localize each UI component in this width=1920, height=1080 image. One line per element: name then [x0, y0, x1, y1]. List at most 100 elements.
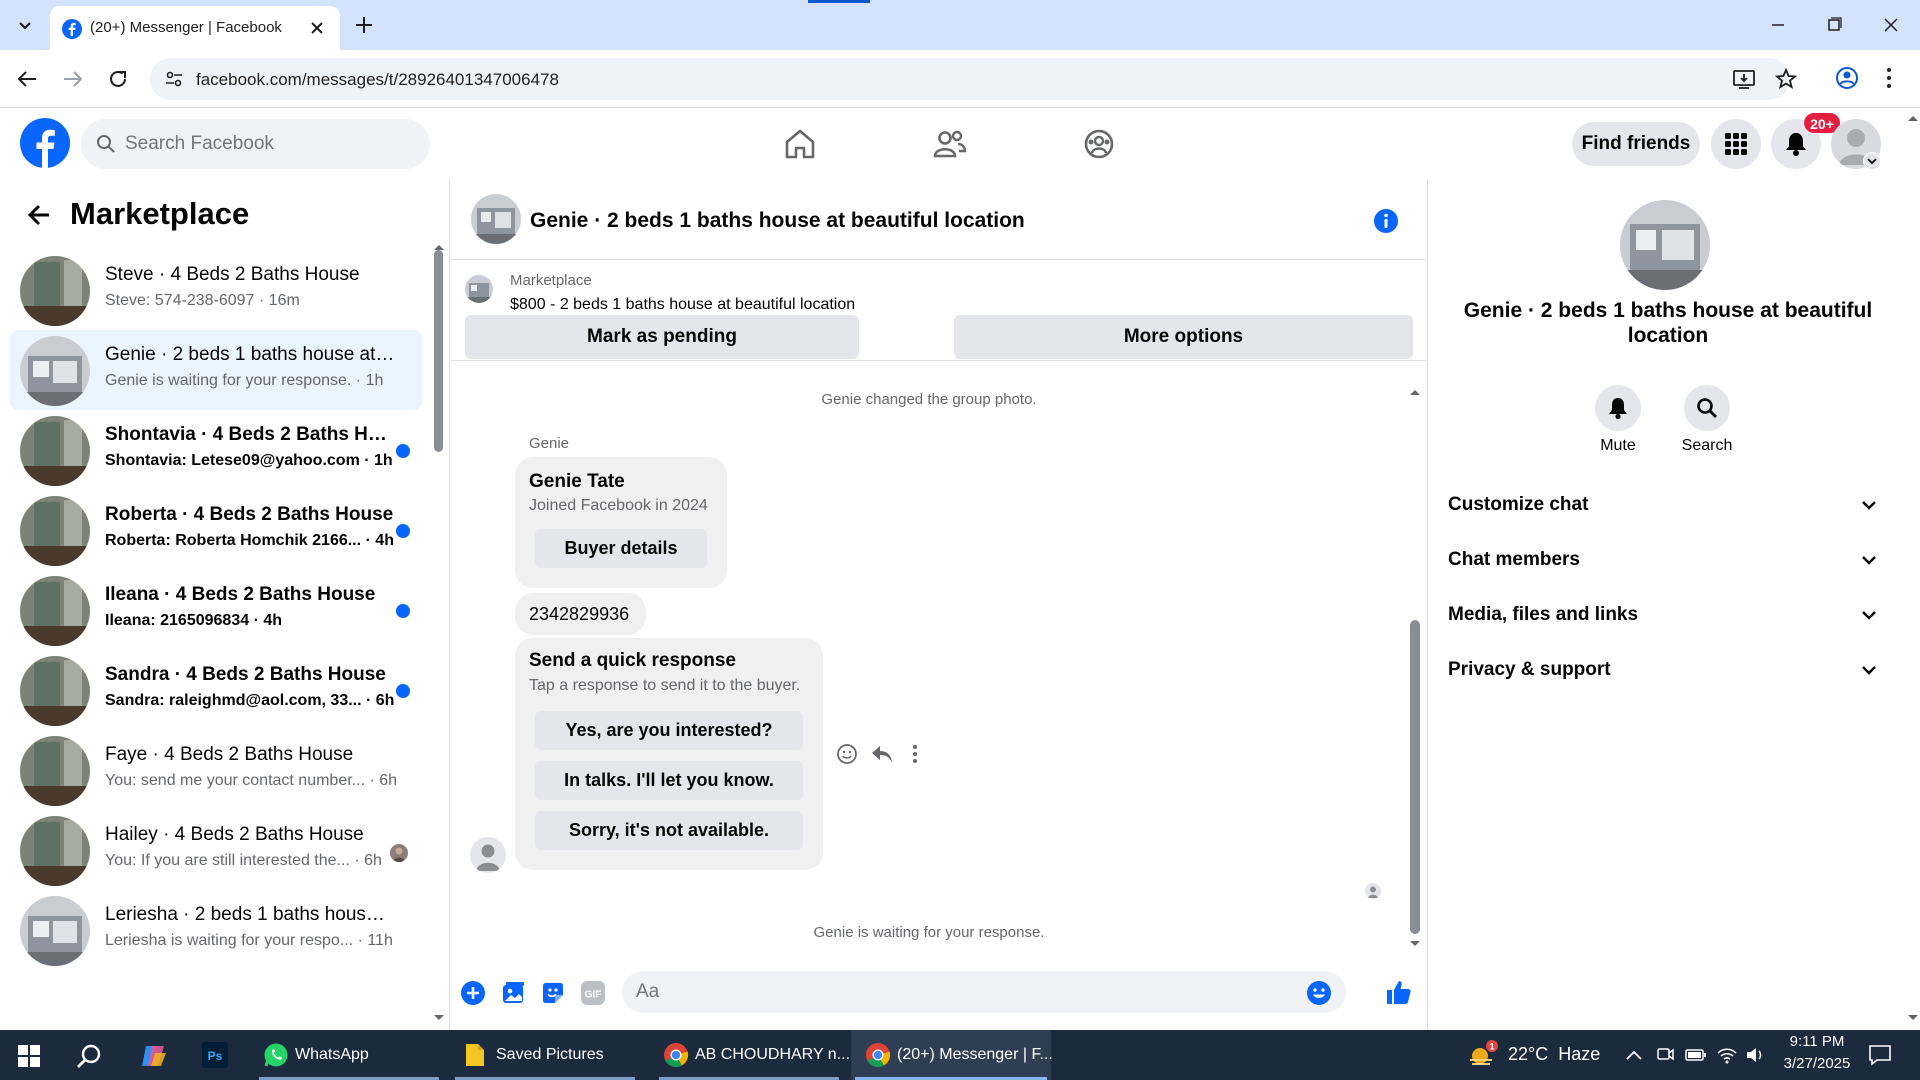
mute-button[interactable]	[1595, 385, 1641, 431]
react-smiley-icon[interactable]	[835, 742, 859, 766]
conversation-item[interactable]: Hailey · 4 Beds 2 Baths House You: If you…	[10, 810, 422, 890]
quick-response-title: Send a quick response	[529, 650, 736, 671]
conversation-item[interactable]: Steve · 4 Beds 2 Baths House Steve: 574-2…	[10, 250, 422, 330]
meet-now-icon[interactable]	[1656, 1046, 1674, 1064]
mark-as-pending-button[interactable]: Mark as pending	[465, 315, 859, 359]
home-nav-icon[interactable]	[783, 128, 817, 160]
address-bar[interactable]: facebook.com/messages/t/2892640134700647…	[150, 58, 1798, 100]
quick-response-yes[interactable]: Yes, are you interested?	[535, 711, 803, 750]
photoshop-icon[interactable]: Ps	[202, 1042, 228, 1068]
show-hidden-icons-icon[interactable]	[1625, 1048, 1643, 1062]
attach-photo-icon[interactable]	[500, 980, 526, 1006]
forward-arrow-icon[interactable]	[60, 67, 86, 91]
privacy-support-section[interactable]: Privacy & support	[1448, 645, 1888, 695]
chat-header: Genie · 2 beds 1 baths house at beautifu…	[451, 180, 1426, 260]
buyer-details-button[interactable]: Buyer details	[535, 529, 707, 568]
reply-icon[interactable]	[870, 743, 894, 765]
install-app-icon[interactable]	[1732, 68, 1756, 90]
windows-start-icon[interactable]	[18, 1045, 40, 1067]
taskbar-whatsapp[interactable]: WhatsApp	[255, 1030, 443, 1080]
facebook-search-input[interactable]	[125, 119, 415, 169]
back-to-marketplace-icon[interactable]	[26, 202, 52, 228]
quick-response-in-talks[interactable]: In talks. I'll let you know.	[535, 761, 803, 800]
quick-response-not-available[interactable]: Sorry, it's not available.	[535, 811, 803, 850]
search-in-chat-button[interactable]	[1684, 385, 1730, 431]
more-actions-icon[interactable]	[911, 743, 919, 765]
conversation-info-icon[interactable]	[1373, 208, 1399, 234]
conversation-thumbnail	[20, 576, 90, 646]
taskbar-search-icon[interactable]	[76, 1043, 102, 1069]
wifi-icon[interactable]	[1716, 1045, 1738, 1065]
clock-date[interactable]: 3/27/2025	[1772, 1055, 1862, 1072]
browser-menu-icon[interactable]	[1884, 65, 1894, 91]
emoji-icon[interactable]	[1306, 980, 1332, 1006]
minimize-window-icon[interactable]	[1764, 14, 1792, 36]
back-arrow-icon[interactable]	[14, 67, 40, 91]
conversation-list-scrollbar[interactable]	[434, 250, 443, 452]
conversation-item[interactable]: Sandra · 4 Beds 2 Baths House Sandra: ral…	[10, 650, 422, 730]
groups-nav-icon[interactable]	[1082, 128, 1116, 160]
facebook-search-field[interactable]	[81, 119, 430, 169]
sender-avatar[interactable]	[470, 837, 506, 873]
conversation-thumbnail	[20, 656, 90, 726]
weather-icon[interactable]: 1	[1466, 1040, 1498, 1070]
account-chevron-icon[interactable]	[1863, 152, 1881, 170]
conversation-item[interactable]: Roberta · 4 Beds 2 Baths House Roberta: R…	[10, 490, 422, 570]
conversation-item[interactable]: Genie · 2 beds 1 baths house at ... Genie…	[10, 330, 422, 410]
new-tab-icon[interactable]	[353, 14, 375, 36]
info-chat-photo[interactable]	[1620, 200, 1710, 290]
conversation-snippet: Leriesha is waiting for your respo... · …	[105, 932, 393, 949]
reload-icon[interactable]	[106, 67, 130, 91]
conversation-item[interactable]: Leriesha · 2 beds 1 baths house ... Lerie…	[10, 890, 422, 970]
message-input-field[interactable]	[622, 971, 1346, 1013]
taskbar-saved-pictures[interactable]: Saved Pictures	[451, 1030, 639, 1080]
listing-thumbnail[interactable]	[465, 275, 493, 303]
page-scrollbar[interactable]	[1905, 108, 1920, 1030]
clock-time[interactable]: 9:11 PM	[1772, 1033, 1862, 1050]
menu-grid-button[interactable]	[1711, 119, 1761, 169]
site-settings-icon[interactable]	[164, 69, 184, 89]
more-actions-plus-icon[interactable]	[460, 980, 486, 1006]
thread-scroll-up-icon[interactable]	[1409, 388, 1421, 396]
conversation-thumbnail	[20, 496, 90, 566]
taskbar-chrome-window-1[interactable]: AB CHOUDHARY n...	[655, 1030, 850, 1080]
copilot-icon[interactable]	[140, 1043, 168, 1069]
thumbs-up-icon[interactable]	[1384, 978, 1412, 1006]
volume-icon[interactable]	[1745, 1046, 1765, 1064]
message-thread-scrollbar[interactable]	[1410, 620, 1420, 934]
restore-window-icon[interactable]	[1820, 14, 1848, 36]
chat-title[interactable]: Genie · 2 beds 1 baths house at beautifu…	[530, 209, 1025, 233]
taskbar-chrome-window-2[interactable]: (20+) Messenger | F...	[851, 1030, 1053, 1080]
close-window-icon[interactable]	[1878, 14, 1904, 36]
notification-center-icon[interactable]	[1868, 1044, 1892, 1066]
chat-thumbnail[interactable]	[471, 194, 521, 244]
profile-icon[interactable]	[1834, 65, 1860, 91]
conversation-item[interactable]: Faye · 4 Beds 2 Baths House You: send me …	[10, 730, 422, 810]
close-tab-icon[interactable]	[308, 19, 326, 37]
listing-detail[interactable]: $800 - 2 beds 1 baths house at beautiful…	[510, 296, 855, 314]
friends-nav-icon[interactable]	[932, 128, 968, 160]
gif-icon[interactable]: GIF	[580, 980, 606, 1006]
message-input[interactable]	[636, 971, 1286, 1013]
list-scroll-down-icon[interactable]	[433, 1014, 445, 1022]
more-options-button[interactable]: More options	[954, 315, 1413, 359]
chat-members-section[interactable]: Chat members	[1448, 535, 1888, 585]
tab-search-button[interactable]	[10, 10, 40, 40]
facebook-logo-icon[interactable]	[20, 118, 70, 168]
customize-chat-label: Customize chat	[1448, 494, 1589, 515]
conversation-item[interactable]: Shontavia · 4 Beds 2 Baths Ho... Shontavi…	[10, 410, 422, 490]
battery-icon[interactable]	[1685, 1048, 1707, 1062]
find-friends-button[interactable]: Find friends	[1572, 122, 1700, 166]
phone-message[interactable]: 2342829936	[515, 593, 646, 635]
media-files-links-section[interactable]: Media, files and links	[1448, 590, 1888, 640]
search-in-chat-icon	[1697, 398, 1717, 418]
customize-chat-section[interactable]: Customize chat	[1448, 480, 1888, 530]
thread-scroll-down-icon[interactable]	[1409, 940, 1421, 948]
chat-members-label: Chat members	[1448, 549, 1580, 570]
bookmark-star-icon[interactable]	[1774, 67, 1798, 91]
browser-tab-messenger[interactable]: (20+) Messenger | Facebook	[50, 6, 340, 50]
weather-text[interactable]: 22°C Haze	[1508, 1044, 1600, 1065]
quick-response-card: Send a quick response Tap a response to …	[515, 638, 823, 870]
conversation-item[interactable]: Ileana · 4 Beds 2 Baths House Ileana: 216…	[10, 570, 422, 650]
sticker-icon[interactable]	[540, 980, 566, 1006]
